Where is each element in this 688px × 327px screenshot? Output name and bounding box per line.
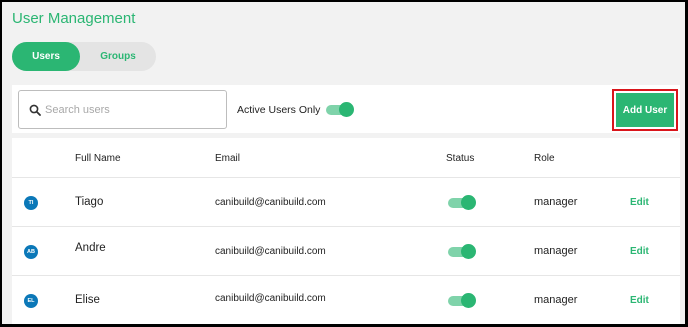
column-header-email: Email: [215, 153, 241, 164]
user-email: canibuild@canibuild.com: [215, 197, 326, 208]
add-user-highlight: Add User: [612, 89, 678, 131]
status-toggle[interactable]: [448, 195, 476, 210]
search-input[interactable]: [45, 103, 215, 116]
avatar: AB: [24, 245, 38, 259]
active-users-only-label: Active Users Only: [237, 104, 321, 116]
column-header-full-name: Full Name: [75, 153, 121, 164]
table-row: AB Andre canibuild@canibuild.com manager…: [12, 227, 680, 276]
user-role: manager: [534, 294, 578, 306]
table-header: Full Name Email Status Role: [12, 138, 680, 178]
search-box[interactable]: [18, 90, 227, 129]
user-email: canibuild@canibuild.com: [215, 293, 326, 304]
tab-users[interactable]: Users: [12, 42, 80, 71]
toolbar: Active Users Only Add User: [12, 85, 680, 133]
tab-bar: Users Groups: [12, 42, 156, 71]
users-table: Full Name Email Status Role TI Tiago can…: [12, 138, 680, 324]
edit-link[interactable]: Edit: [630, 197, 649, 208]
user-role: manager: [534, 196, 578, 208]
toggle-knob: [461, 195, 476, 210]
column-header-role: Role: [534, 153, 555, 164]
search-icon: [29, 104, 41, 116]
toggle-knob: [461, 244, 476, 259]
table-row: TI Tiago canibuild@canibuild.com manager…: [12, 178, 680, 227]
user-email: canibuild@canibuild.com: [215, 246, 326, 257]
user-name: Elise: [75, 294, 100, 306]
tab-groups[interactable]: Groups: [80, 42, 156, 71]
toggle-knob: [339, 102, 354, 117]
avatar: TI: [24, 196, 38, 210]
active-users-only-toggle[interactable]: [326, 102, 354, 117]
toggle-knob: [461, 293, 476, 308]
page-title: User Management: [12, 10, 136, 27]
edit-link[interactable]: Edit: [630, 246, 649, 257]
avatar: EL: [24, 294, 38, 308]
user-role: manager: [534, 245, 578, 257]
add-user-button[interactable]: Add User: [616, 93, 674, 127]
user-name: Tiago: [75, 196, 104, 208]
table-row: EL Elise canibuild@canibuild.com manager…: [12, 276, 680, 324]
app-window: User Management Users Groups Active User…: [2, 2, 685, 324]
status-toggle[interactable]: [448, 293, 476, 308]
edit-link[interactable]: Edit: [630, 295, 649, 306]
column-header-status: Status: [446, 153, 475, 164]
user-name: Andre: [75, 242, 106, 254]
status-toggle[interactable]: [448, 244, 476, 259]
